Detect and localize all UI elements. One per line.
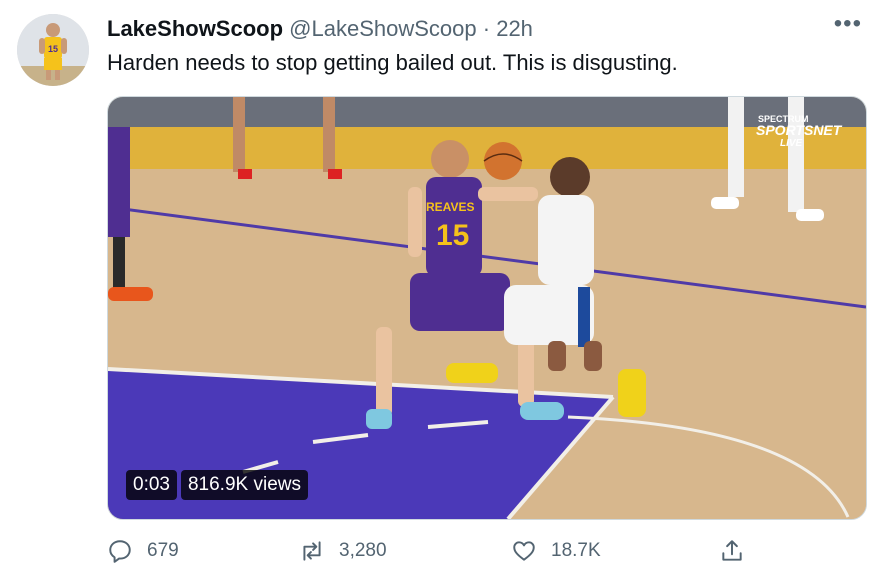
like-button[interactable]: 18.7K (511, 538, 601, 564)
tweet-header: LakeShowScoop @LakeShowScoop · 22h (107, 16, 533, 42)
retweet-count: 3,280 (339, 540, 387, 561)
video-time: 0:03 (126, 470, 177, 500)
like-count: 18.7K (551, 540, 601, 561)
video-badge: 0:03 816.9K views (126, 470, 308, 500)
video-player[interactable]: 15 REAVES SPECTRUM SPORTSNET LIVE (107, 96, 867, 520)
avatar-image: 15 (17, 14, 89, 86)
handle[interactable]: @LakeShowScoop (289, 16, 476, 41)
like-icon (513, 541, 535, 561)
tweet-text: Harden needs to stop getting bailed out.… (107, 50, 678, 75)
avatar[interactable]: 15 (17, 14, 89, 86)
retweet-button[interactable]: 3,280 (299, 538, 387, 564)
jersey-name: REAVES (426, 200, 474, 214)
reply-count: 679 (147, 540, 179, 561)
display-name[interactable]: LakeShowScoop (107, 16, 283, 41)
view-count: 816.9K views (180, 470, 308, 500)
retweet-icon (303, 541, 321, 561)
more-icon[interactable]: ••• (834, 12, 862, 36)
share-icon (722, 540, 742, 561)
action-bar: 679 3,280 18.7K (107, 538, 865, 568)
reply-icon (109, 540, 131, 563)
reply-button[interactable]: 679 (107, 538, 179, 564)
video-frame: 15 REAVES SPECTRUM SPORTSNET LIVE (108, 97, 866, 519)
watermark-line2: SPORTSNET (756, 122, 843, 138)
avatar-jersey-number: 15 (48, 44, 58, 54)
separator: · (482, 16, 491, 41)
jersey-number: 15 (436, 219, 469, 252)
timestamp[interactable]: 22h (496, 16, 533, 41)
watermark-line3: LIVE (780, 138, 803, 149)
share-button[interactable] (719, 538, 745, 564)
